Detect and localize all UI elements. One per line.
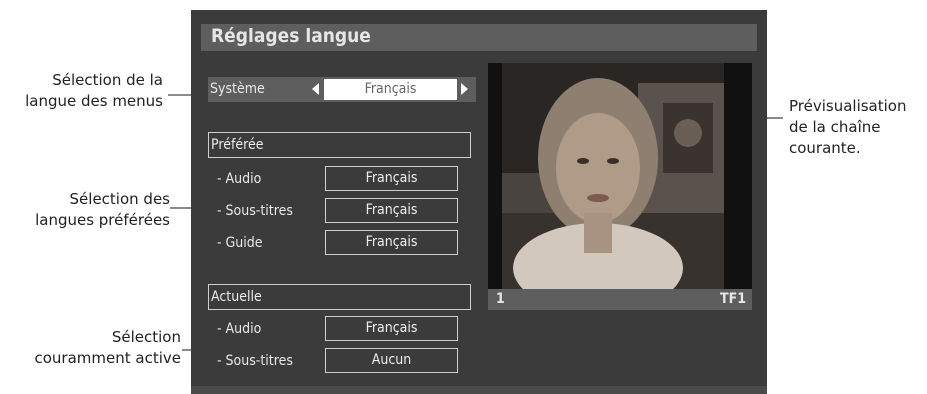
title-bar: Réglages langue xyxy=(201,24,757,51)
system-label: Système xyxy=(210,81,265,97)
preferred-subtitles-select[interactable]: Français xyxy=(325,198,458,223)
preferred-header: Préférée xyxy=(208,132,471,158)
preferred-header-label: Préférée xyxy=(211,137,264,153)
current-audio-select[interactable]: Français xyxy=(325,316,458,341)
channel-name: TF1 xyxy=(720,291,746,307)
system-language-value[interactable]: Français xyxy=(324,79,457,100)
preferred-audio-label: - Audio xyxy=(217,171,262,187)
annotation-current: Sélection couramment active xyxy=(34,328,182,367)
page-title: Réglages langue xyxy=(211,25,371,47)
annotation-menu-language: Sélection de la langue des menus xyxy=(25,71,163,110)
arrow-left-icon[interactable] xyxy=(312,83,319,95)
current-header-label: Actuelle xyxy=(211,289,262,305)
bottom-bar xyxy=(191,386,767,394)
current-header: Actuelle xyxy=(208,284,471,310)
preferred-subtitles-label: - Sous-titres xyxy=(217,203,293,219)
channel-number: 1 xyxy=(496,291,505,307)
language-settings-screen: Réglages langue Système Français Préféré… xyxy=(191,10,767,394)
channel-preview xyxy=(488,63,752,289)
current-subtitles-label: - Sous-titres xyxy=(217,353,293,369)
channel-info-bar: 1 TF1 xyxy=(488,289,752,310)
current-subtitles-select[interactable]: Aucun xyxy=(325,348,458,373)
annotation-preferred: Sélection des langues préférées xyxy=(35,190,170,229)
preview-image xyxy=(488,63,752,289)
arrow-right-icon[interactable] xyxy=(461,83,468,95)
annotation-preview: Prévisualisation de la chaîne courante. xyxy=(789,97,907,157)
preferred-guide-label: - Guide xyxy=(217,235,263,251)
current-audio-label: - Audio xyxy=(217,321,262,337)
system-row[interactable]: Système Français xyxy=(208,77,476,102)
preferred-audio-select[interactable]: Français xyxy=(325,166,458,191)
preferred-guide-select[interactable]: Français xyxy=(325,230,458,255)
